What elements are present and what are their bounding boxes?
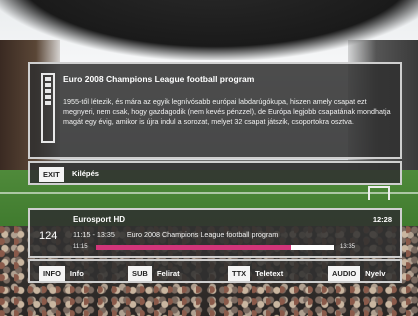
- legend-item-info: INFO Info: [39, 265, 84, 283]
- teletext-label: Teletext: [255, 269, 284, 279]
- program-description: 1955-től létezik, és mára az egyik legní…: [63, 97, 391, 126]
- scroll-bar: [45, 77, 51, 81]
- scroll-bar: [45, 89, 51, 93]
- program-time-range: 11:15 - 13:35: [73, 230, 115, 239]
- legend-item-subtitle: SUB Felirat: [128, 265, 180, 283]
- info-label: Info: [69, 269, 84, 279]
- scroll-bar: [45, 101, 51, 105]
- channel-number: 124: [39, 230, 58, 242]
- program-title: Euro 2008 Champions League football prog…: [63, 74, 255, 84]
- legend-item-language: AUDIO Nyelv: [328, 265, 385, 283]
- program-info-panel: Euro 2008 Champions League football prog…: [28, 62, 402, 159]
- channel-name: Eurosport HD: [73, 215, 125, 224]
- exit-label: Kilépés: [72, 169, 100, 178]
- subtitle-label: Felirat: [156, 269, 180, 279]
- program-progress-bar: [96, 245, 334, 250]
- progress-fill: [96, 245, 292, 250]
- info-key-button[interactable]: INFO: [39, 266, 65, 282]
- scroll-bar: [45, 83, 51, 87]
- exit-bar: EXIT Kilépés: [28, 161, 402, 185]
- current-program: 11:15 - 13:35 Euro 2008 Champions League…: [73, 230, 373, 239]
- pitch-line: [0, 192, 418, 194]
- progress-end-time: 13:35: [340, 244, 356, 250]
- progress-start-time: 11:15: [73, 244, 88, 250]
- goal: [368, 186, 390, 200]
- sub-key-button[interactable]: SUB: [128, 266, 152, 282]
- scroll-indicator[interactable]: [41, 73, 55, 143]
- audio-key-button[interactable]: AUDIO: [328, 266, 361, 282]
- key-legend-bar: INFO Info SUB Felirat TTX Teletext AUDIO Nye…: [28, 259, 402, 283]
- ttx-key-button[interactable]: TTX: [228, 266, 251, 282]
- scroll-bar: [45, 95, 51, 99]
- legend-item-teletext: TTX Teletext: [228, 265, 283, 283]
- exit-key-button[interactable]: EXIT: [39, 167, 64, 182]
- current-program-title: Euro 2008 Champions League football prog…: [126, 230, 279, 239]
- channel-info-panel: 124 Eurosport HD 12:28 11:15 - 13:35 Eur…: [28, 208, 402, 258]
- language-label: Nyelv: [365, 269, 386, 279]
- clock: 12:28: [372, 215, 392, 224]
